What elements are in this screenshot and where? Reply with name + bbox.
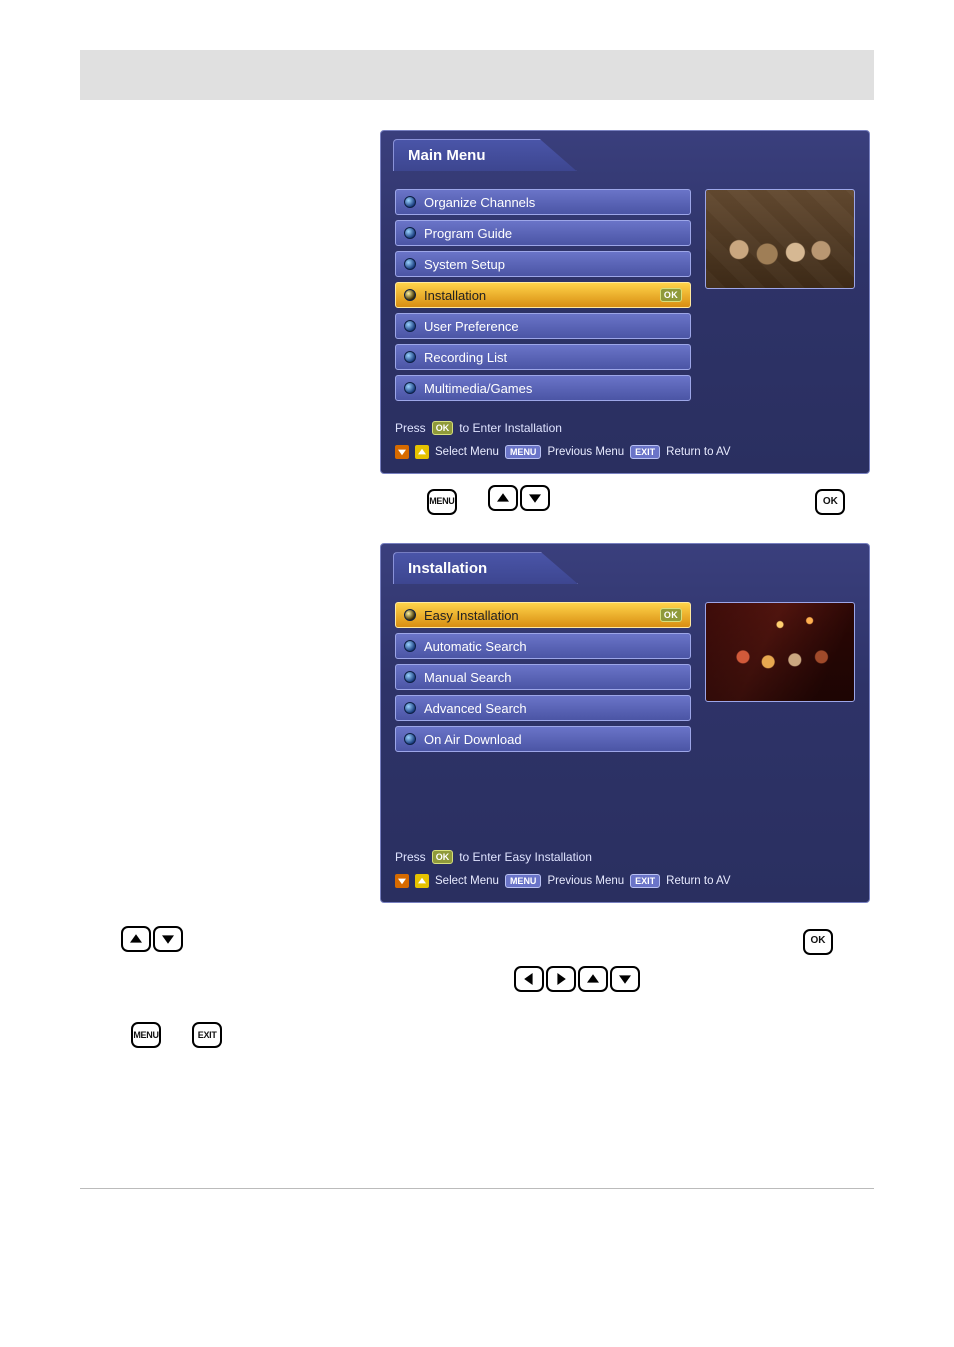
menu-item-easy-installation[interactable]: Easy Installation OK [395,602,691,628]
bullet-icon [404,640,416,652]
exit-key-icon: EXIT [192,1022,222,1048]
menu-item-manual-search[interactable]: Manual Search [395,664,691,690]
tv-preview-thumbnail [705,189,855,289]
bullet-icon [404,671,416,683]
page-header-bar [80,50,874,100]
menu-key-icon: MENU [427,489,457,515]
menu-item-recording-list[interactable]: Recording List [395,344,691,370]
tv-preview-thumbnail [705,602,855,702]
ok-pill-icon: OK [432,421,454,435]
menu-item-program-guide[interactable]: Program Guide [395,220,691,246]
bullet-icon [404,733,416,745]
arrow-up-key-icon [488,485,518,511]
arrow-right-key-icon [546,966,576,992]
ok-key-icon: OK [803,929,833,955]
menu-item-label: Automatic Search [424,639,527,654]
arrow-left-key-icon [514,966,544,992]
menu-item-multimedia-games[interactable]: Multimedia/Games [395,375,691,401]
menu-pill-icon: MENU [505,445,542,459]
bullet-icon [404,702,416,714]
installation-list: Easy Installation OK Automatic Search Ma… [395,602,691,752]
arrow-down-key-icon [153,926,183,952]
menu-item-label: Multimedia/Games [424,381,532,396]
menu-item-label: System Setup [424,257,505,272]
legend-prev: Previous Menu [547,875,624,887]
installation-osd: Installation Easy Installation OK Automa… [380,543,870,903]
installation-legend: Select Menu MENU Previous Menu EXIT Retu… [395,874,855,888]
menu-item-user-preference[interactable]: User Preference [395,313,691,339]
bullet-icon [404,609,416,621]
menu-item-system-setup[interactable]: System Setup [395,251,691,277]
bullet-icon [404,289,416,301]
main-menu-hint: Press OK to Enter Installation [395,421,855,435]
menu-item-automatic-search[interactable]: Automatic Search [395,633,691,659]
installation-title: Installation [393,552,578,584]
legend-select: Select Menu [435,446,499,458]
arrow-up-key-icon [121,926,151,952]
menu-item-label: On Air Download [424,732,522,747]
arrow-down-key-icon [520,485,550,511]
menu-item-on-air-download[interactable]: On Air Download [395,726,691,752]
page-footer-divider [80,1188,874,1189]
menu-item-label: Installation [424,288,486,303]
main-menu-title: Main Menu [393,139,577,171]
exit-pill-icon: EXIT [630,445,660,459]
menu-item-label: Advanced Search [424,701,527,716]
arrow-down-icon [395,874,409,888]
menu-item-label: Program Guide [424,226,512,241]
menu-item-organize-channels[interactable]: Organize Channels [395,189,691,215]
ok-badge: OK [660,288,682,302]
arrow-up-icon [415,874,429,888]
main-menu-legend: Select Menu MENU Previous Menu EXIT Retu… [395,445,855,459]
hint-prefix: Press [395,850,426,864]
menu-item-installation[interactable]: Installation OK [395,282,691,308]
menu-item-label: Recording List [424,350,507,365]
menu-item-label: Organize Channels [424,195,535,210]
menu-item-label: Easy Installation [424,608,519,623]
main-menu-osd: Main Menu Organize Channels Program Guid… [380,130,870,474]
arrow-up-key-icon [578,966,608,992]
arrow-up-icon [415,445,429,459]
ok-badge: OK [660,608,682,622]
bullet-icon [404,320,416,332]
menu-key-icon: MENU [131,1022,161,1048]
main-menu-list: Organize Channels Program Guide System S… [395,189,691,401]
menu-pill-icon: MENU [505,874,542,888]
bullet-icon [404,196,416,208]
legend-return: Return to AV [666,446,730,458]
legend-return: Return to AV [666,875,730,887]
hint-suffix: to Enter Installation [459,421,562,435]
bullet-icon [404,382,416,394]
ok-key-icon: OK [815,489,845,515]
bullet-icon [404,351,416,363]
menu-item-label: User Preference [424,319,519,334]
bullet-icon [404,227,416,239]
exit-pill-icon: EXIT [630,874,660,888]
arrow-down-key-icon [610,966,640,992]
hint-suffix: to Enter Easy Installation [459,850,592,864]
menu-item-label: Manual Search [424,670,511,685]
instruction-block-2: OK MENU EXIT [80,921,874,1048]
legend-prev: Previous Menu [547,446,624,458]
ok-pill-icon: OK [432,850,454,864]
legend-select: Select Menu [435,875,499,887]
installation-hint: Press OK to Enter Easy Installation [395,850,855,864]
bullet-icon [404,258,416,270]
hint-prefix: Press [395,421,426,435]
arrow-down-icon [395,445,409,459]
menu-item-advanced-search[interactable]: Advanced Search [395,695,691,721]
instruction-line-1: MENU OK [380,482,874,515]
